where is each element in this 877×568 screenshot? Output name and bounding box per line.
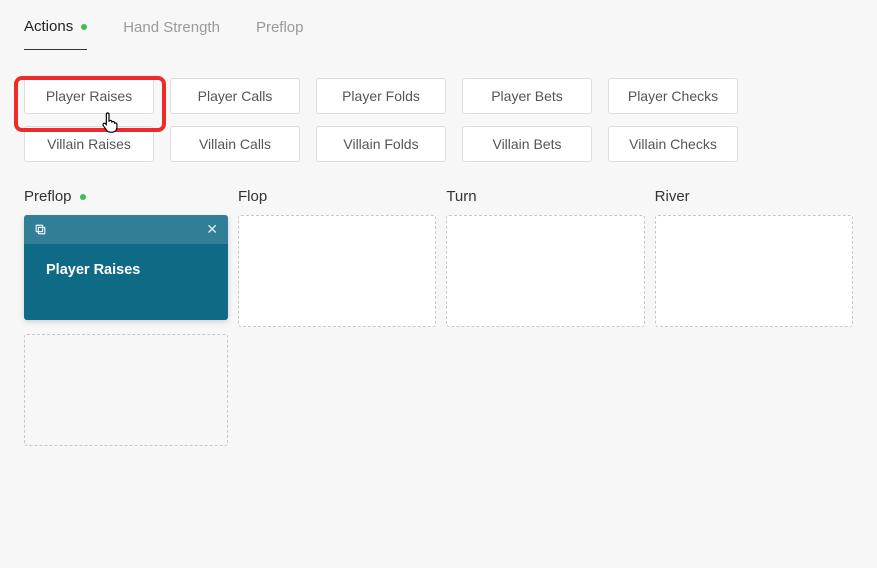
street-label: Preflop [24,180,228,215]
street-turn: Turn [446,180,644,446]
dropzone-flop[interactable] [238,215,436,327]
tab-label: Hand Strength [123,19,220,36]
dropzone-river[interactable] [655,215,853,327]
action-row-villain: Villain Raises Villain Calls Villain Fol… [24,126,853,162]
street-preflop: Preflop ✕ Player Raises [24,180,228,446]
card-title: Player Raises [24,244,228,320]
action-player-folds[interactable]: Player Folds [316,78,446,114]
copy-icon[interactable] [34,223,47,236]
action-villain-bets[interactable]: Villain Bets [462,126,592,162]
action-label: Player Raises [46,88,132,104]
street-label: Turn [446,180,644,215]
action-label: Villain Raises [47,136,131,152]
street-label: Flop [238,180,436,215]
street-flop: Flop [238,180,436,446]
streets-row: Preflop ✕ Player Raises Flop Turn [0,170,877,446]
dropzone-turn[interactable] [446,215,644,327]
action-label: Villain Checks [629,136,717,152]
street-label: River [655,180,853,215]
status-dot-icon [81,24,87,30]
dropzone-preflop-extra[interactable] [24,334,228,446]
action-label: Player Calls [198,88,273,104]
tab-actions[interactable]: Actions [24,18,87,50]
action-label: Player Folds [342,88,420,104]
street-label-text: Flop [238,188,267,205]
street-label-text: Preflop [24,188,72,205]
action-label: Player Checks [628,88,718,104]
action-villain-raises[interactable]: Villain Raises [24,126,154,162]
close-icon[interactable]: ✕ [206,221,218,238]
street-river: River [655,180,853,446]
action-player-checks[interactable]: Player Checks [608,78,738,114]
action-player-raises[interactable]: Player Raises [24,78,154,114]
street-label-text: River [655,188,690,205]
action-player-bets[interactable]: Player Bets [462,78,592,114]
action-grid: Player Raises Player Calls Player Folds … [0,50,877,170]
action-villain-calls[interactable]: Villain Calls [170,126,300,162]
action-player-calls[interactable]: Player Calls [170,78,300,114]
tab-label: Preflop [256,19,304,36]
action-villain-folds[interactable]: Villain Folds [316,126,446,162]
action-label: Villain Bets [492,136,561,152]
card-header: ✕ [24,215,228,244]
tab-bar: Actions Hand Strength Preflop [0,0,877,50]
status-dot-icon [80,194,86,200]
action-villain-checks[interactable]: Villain Checks [608,126,738,162]
action-row-player: Player Raises Player Calls Player Folds … [24,78,853,114]
action-label: Villain Calls [199,136,271,152]
action-label: Villain Folds [343,136,418,152]
action-label: Player Bets [491,88,563,104]
placed-action-card[interactable]: ✕ Player Raises [24,215,228,320]
street-label-text: Turn [446,188,476,205]
tab-hand-strength[interactable]: Hand Strength [123,18,220,50]
tab-label: Actions [24,18,73,35]
tab-preflop[interactable]: Preflop [256,18,304,50]
